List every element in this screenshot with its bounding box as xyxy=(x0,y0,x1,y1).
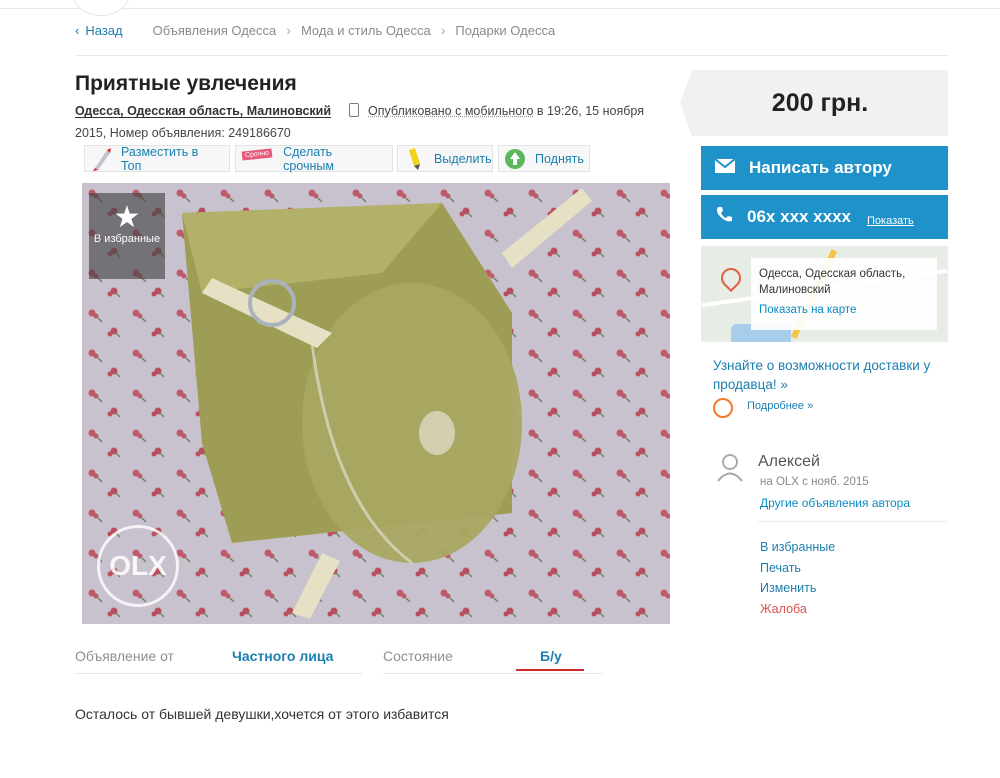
breadcrumb-item-gifts[interactable]: Подарки Одесса xyxy=(455,23,555,38)
param-from-value[interactable]: Частного лица xyxy=(232,648,333,664)
raise-button[interactable]: Поднять xyxy=(498,145,590,172)
more-link[interactable]: Подробнее » xyxy=(747,400,813,412)
highlight-button[interactable]: Выделить xyxy=(397,145,493,172)
param-divider xyxy=(383,673,603,674)
delivery-info-link[interactable]: Узнайте о возможности доставки у продавц… xyxy=(713,356,938,394)
add-to-favorites-badge[interactable]: ★ В избранные xyxy=(89,193,165,279)
chevron-left-icon: ‹ xyxy=(75,22,80,38)
map-address-card: Одесса, Одесская область, Малиновский По… xyxy=(751,258,937,330)
make-urgent-label: Сделать срочным xyxy=(283,144,334,173)
add-favorites-link[interactable]: В избранные xyxy=(760,537,835,558)
promote-top-label: Разместить в Топ xyxy=(121,144,199,173)
highlight-label: Выделить xyxy=(434,151,492,166)
write-author-label: Написать автору xyxy=(749,158,892,177)
show-phone-link[interactable]: Показать xyxy=(867,215,914,227)
listing-location[interactable]: Одесса, Одесская область, Малиновский xyxy=(75,104,331,118)
star-icon: ★ xyxy=(113,201,141,234)
olx-watermark: OLX xyxy=(97,525,179,607)
back-label: Назад xyxy=(85,22,123,38)
listing-meta: Одесса, Одесская область, Малиновский Оп… xyxy=(75,100,675,144)
param-divider xyxy=(75,673,362,674)
show-on-map-link[interactable]: Показать на карте xyxy=(759,302,929,318)
other-ads-link[interactable]: Другие объявления автора xyxy=(760,496,910,510)
back-link[interactable]: ‹ Назад xyxy=(75,23,123,38)
map-address-line2: Малиновский xyxy=(759,284,831,296)
condition-underline xyxy=(516,669,584,671)
promote-top-button[interactable]: Разместить в Топ xyxy=(84,144,230,173)
param-from-label: Объявление от xyxy=(75,648,174,664)
up-arrow-icon xyxy=(503,146,527,172)
print-link[interactable]: Печать xyxy=(760,558,835,579)
listing-title: Приятные увлечения xyxy=(75,72,297,95)
listing-description: Осталось от бывшей девушки,хочется от эт… xyxy=(75,706,449,722)
urgent-tag-label: Срочно xyxy=(241,147,273,161)
site-logo-circle[interactable] xyxy=(72,0,130,16)
map-pin-icon xyxy=(716,263,746,293)
user-name: Алексей xyxy=(758,453,820,470)
delivery-icon xyxy=(713,398,733,418)
map-address-line1: Одесса, Одесская область, xyxy=(759,268,906,280)
raise-label: Поднять xyxy=(535,151,584,166)
marker-icon xyxy=(402,146,426,172)
user-divider xyxy=(758,521,948,522)
chevron-right-icon: › xyxy=(286,22,291,38)
mobile-phone-icon xyxy=(348,103,359,117)
phone-icon xyxy=(715,206,733,229)
listing-id: Номер объявления: 249186670 xyxy=(109,126,291,140)
user-avatar-icon xyxy=(716,452,744,482)
edit-link[interactable]: Изменить xyxy=(760,578,835,599)
param-condition-value[interactable]: Б/у xyxy=(540,648,562,664)
phone-button[interactable]: 06x xxx xxxx Показать xyxy=(701,195,948,239)
action-links: В избранные Печать Изменить Жалоба xyxy=(760,537,835,619)
complaint-link[interactable]: Жалоба xyxy=(760,599,835,620)
user-since: на OLX с нояб. 2015 xyxy=(760,476,869,488)
breadcrumb-divider xyxy=(75,55,949,56)
param-condition-label: Состояние xyxy=(383,648,453,664)
rocket-icon xyxy=(89,146,113,172)
write-author-button[interactable]: Написать автору xyxy=(701,146,948,190)
favorites-badge-label: В избранные xyxy=(93,233,161,245)
published-label: Опубликовано с мобильного xyxy=(368,104,534,118)
location-map[interactable]: Одесса, Одесская область, Малиновский По… xyxy=(701,246,948,342)
breadcrumb: ‹ Назад Объявления Одесса › Мода и стиль… xyxy=(75,22,555,38)
breadcrumb-item-fashion[interactable]: Мода и стиль Одесса xyxy=(301,23,431,38)
make-urgent-button[interactable]: Срочно Сделать срочным xyxy=(235,144,393,173)
price-tag: 200 грн. xyxy=(680,70,948,136)
top-divider xyxy=(0,8,1000,9)
envelope-icon xyxy=(714,158,736,178)
chevron-right-icon: › xyxy=(440,22,446,38)
breadcrumb-item-ads[interactable]: Объявления Одесса xyxy=(153,23,277,38)
urgent-tag-icon: Срочно xyxy=(240,146,275,172)
phone-number: 06x xxx xxxx xyxy=(747,207,851,226)
